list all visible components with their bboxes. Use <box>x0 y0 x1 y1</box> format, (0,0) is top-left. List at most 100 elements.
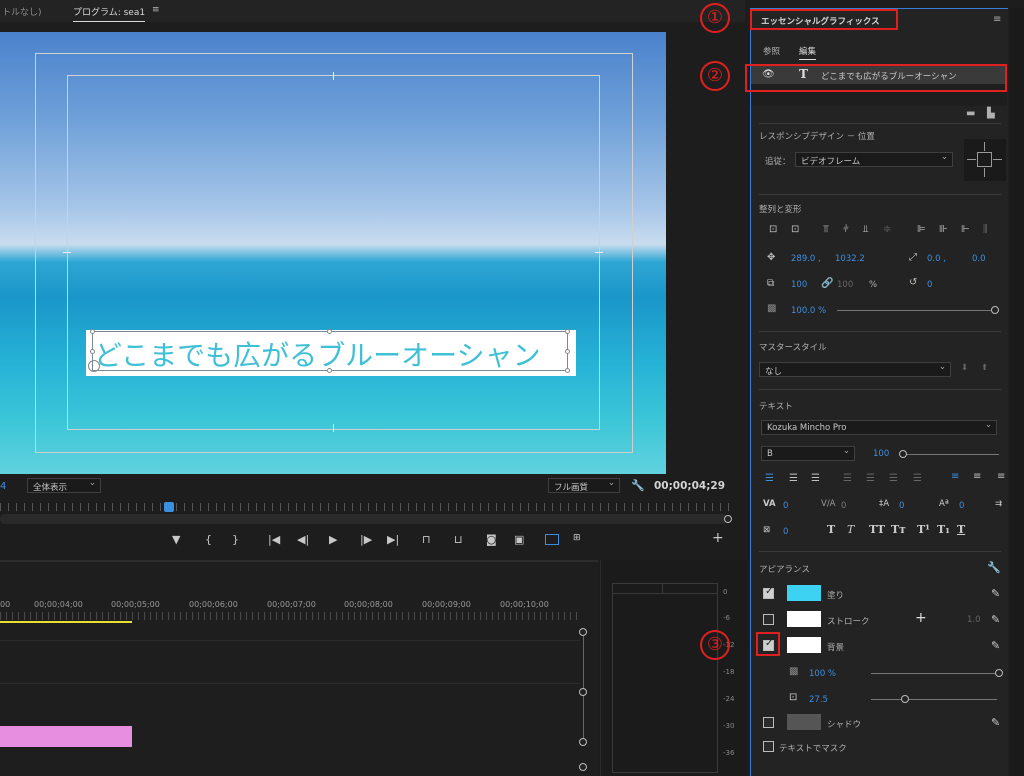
superscript-icon[interactable]: T¹ <box>917 523 930 536</box>
link-icon[interactable]: 🔗 <box>821 278 833 289</box>
scale-value[interactable]: 100 <box>791 280 807 290</box>
stroke-checkbox[interactable] <box>763 614 774 625</box>
timeline-scroll-handle[interactable] <box>579 688 587 696</box>
add-stroke-icon[interactable]: + <box>915 610 927 626</box>
tsume-value[interactable]: 0 <box>783 527 788 537</box>
anchor-x[interactable]: 0.0 , <box>927 254 946 264</box>
kerning-value[interactable]: 0 <box>841 501 846 511</box>
pin-widget[interactable] <box>964 139 1006 181</box>
faux-italic-icon[interactable]: T <box>847 523 854 536</box>
lift-icon[interactable]: ⊓ <box>422 533 431 546</box>
position-y[interactable]: 1032.2 <box>835 254 865 264</box>
export-frame-icon[interactable]: ◙ <box>486 533 497 546</box>
rotation-value[interactable]: 0 <box>927 280 932 290</box>
align-bottom-text-icon[interactable]: ≡ <box>997 471 1005 482</box>
shadow-swatch[interactable] <box>787 714 821 730</box>
wrench-icon[interactable]: 🔧 <box>631 479 645 492</box>
baseline-shift-value[interactable]: 0 <box>959 501 964 511</box>
new-group-icon[interactable]: ▬ <box>966 108 975 119</box>
mask-checkbox[interactable] <box>763 741 774 752</box>
bg-size-slider-knob[interactable] <box>901 695 909 703</box>
playhead-marker[interactable] <box>164 502 174 512</box>
opacity-slider-knob[interactable] <box>991 306 999 314</box>
font-size-value[interactable]: 100 <box>873 449 889 459</box>
step-forward-icon[interactable]: |▶ <box>360 533 372 546</box>
align-right-icon[interactable]: ⊩ <box>961 224 970 235</box>
background-eyedropper-icon[interactable]: ✎ <box>991 639 1000 652</box>
panel-scrollbar[interactable] <box>1010 8 1024 776</box>
position-x[interactable]: 289.0 , <box>791 254 821 264</box>
bg-opacity-slider-knob[interactable] <box>995 669 1003 677</box>
add-marker-icon[interactable]: ▼ <box>172 533 180 546</box>
push-style-down-icon[interactable]: ⬇ <box>961 363 968 373</box>
text-selection-box[interactable] <box>92 331 568 371</box>
quality-dropdown[interactable]: フル画質 <box>548 478 620 493</box>
tab-width-icon[interactable]: ⇉ <box>995 499 1002 509</box>
timeline-scroll-handle[interactable] <box>579 763 587 771</box>
shadow-eyedropper-icon[interactable]: ✎ <box>991 716 1000 729</box>
stroke-swatch[interactable] <box>787 611 821 627</box>
small-caps-icon[interactable]: Tᴛ <box>891 523 906 536</box>
timeline-scroll-handle[interactable] <box>579 628 587 636</box>
pin-right[interactable] <box>993 159 1002 160</box>
handle-bc[interactable] <box>327 368 332 373</box>
opacity-value[interactable]: 100.0 % <box>791 306 826 316</box>
zoom-scrollbar-handle[interactable] <box>724 515 732 523</box>
pin-left[interactable] <box>967 159 976 160</box>
play-icon[interactable]: ▶ <box>329 533 337 546</box>
subscript-icon[interactable]: T₁ <box>937 523 950 536</box>
fill-swatch[interactable] <box>787 585 821 601</box>
stroke-width-value[interactable]: 1.0 <box>967 615 981 625</box>
align-middle-icon[interactable]: ⫩ <box>843 224 849 235</box>
tab-browse[interactable]: 参照 <box>763 45 780 57</box>
appearance-wrench-icon[interactable]: 🔧 <box>987 561 1001 574</box>
font-style-dropdown[interactable]: B <box>761 446 855 461</box>
align-bottom-icon[interactable]: ⫫ <box>863 224 869 235</box>
font-size-slider[interactable] <box>903 454 999 455</box>
fill-eyedropper-icon[interactable]: ✎ <box>991 587 1000 600</box>
tab-untitled[interactable]: トルなし) <box>2 5 42 18</box>
multi-camera-icon[interactable]: ⊞ <box>573 533 581 543</box>
scrub-ruler[interactable] <box>0 503 732 511</box>
zoom-dropdown[interactable]: 全体表示 <box>27 478 101 493</box>
handle-mr[interactable] <box>565 349 570 354</box>
anchor-point-icon[interactable] <box>88 360 100 372</box>
justify-right-icon[interactable]: ☰ <box>889 473 898 484</box>
push-style-up-icon[interactable]: ⬆ <box>981 363 988 373</box>
align-text-right-icon[interactable]: ☰ <box>811 473 820 484</box>
shadow-checkbox[interactable] <box>763 717 774 728</box>
go-to-in-icon[interactable]: |◀ <box>268 533 280 546</box>
anchor-y[interactable]: 0.0 <box>972 254 986 264</box>
align-top-text-icon[interactable]: ≡ <box>951 471 959 482</box>
handle-ml[interactable] <box>90 349 95 354</box>
go-to-out-icon[interactable]: ▶| <box>387 533 399 546</box>
background-swatch[interactable] <box>787 637 821 653</box>
panel-menu-icon[interactable]: ≡ <box>993 14 1001 25</box>
align-text-left-icon[interactable]: ☰ <box>765 473 774 484</box>
font-size-slider-knob[interactable] <box>899 450 907 458</box>
handle-tl[interactable] <box>90 329 95 334</box>
mark-in-icon[interactable]: { <box>205 533 212 546</box>
justify-center-icon[interactable]: ☰ <box>866 473 875 484</box>
font-dropdown[interactable]: Kozuka Mincho Pro <box>761 420 997 435</box>
all-caps-icon[interactable]: TT <box>869 523 885 536</box>
tab-edit[interactable]: 編集 <box>799 45 817 60</box>
tracking-value[interactable]: 0 <box>783 501 788 511</box>
underline-icon[interactable]: T <box>957 523 965 536</box>
timeline-ruler[interactable] <box>0 612 578 620</box>
align-text-center-icon[interactable]: ☰ <box>789 473 798 484</box>
bg-size-slider[interactable] <box>871 699 997 700</box>
distribute-vertical-icon[interactable]: ≑ <box>883 224 891 235</box>
fill-checkbox[interactable] <box>763 586 774 599</box>
align-left-icon[interactable]: ⊫ <box>917 224 926 235</box>
step-back-icon[interactable]: ◀| <box>297 533 309 546</box>
distribute-horizontal-icon[interactable]: ⫼ <box>983 224 988 235</box>
justify-left-icon[interactable]: ☰ <box>843 473 852 484</box>
bg-opacity-slider[interactable] <box>871 673 997 674</box>
pin-top[interactable] <box>984 142 985 151</box>
bg-size-value[interactable]: 27.5 <box>809 695 828 705</box>
stroke-eyedropper-icon[interactable]: ✎ <box>991 613 1000 626</box>
button-editor-plus-icon[interactable]: + <box>712 530 724 546</box>
new-layer-icon[interactable]: ▙ <box>987 108 995 119</box>
align-vertical-center-icon[interactable]: ⊡ <box>769 224 777 235</box>
